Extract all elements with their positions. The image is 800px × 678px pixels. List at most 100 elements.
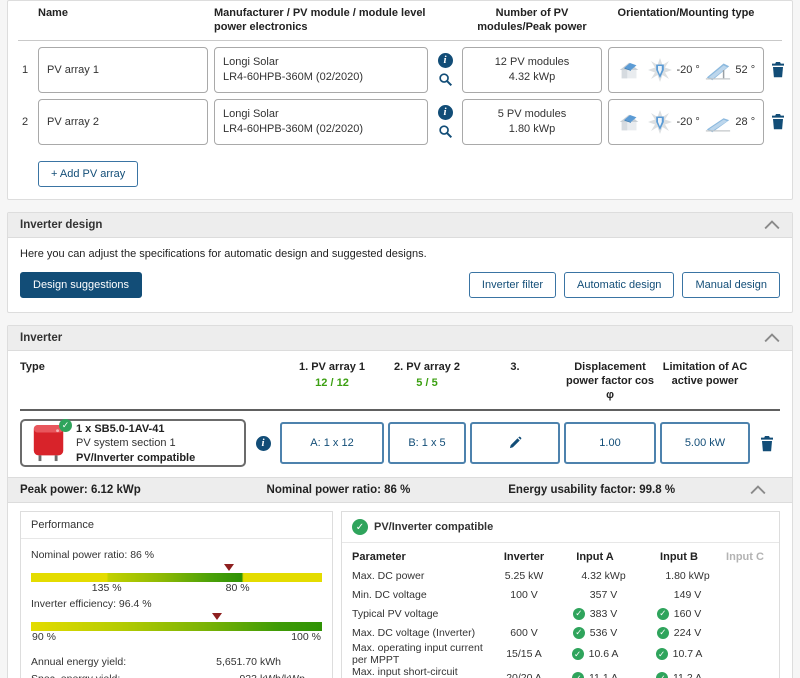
module-icons: i [434, 104, 456, 139]
module-label: LR4-60HPB-360M (02/2020) [223, 122, 364, 135]
trash-icon[interactable] [770, 113, 786, 130]
bar-tick: 80 % [225, 582, 250, 595]
chevron-up-icon[interactable] [750, 485, 766, 495]
compatibility-panel: ✓ PV/Inverter compatible Parameter Inver… [341, 511, 780, 678]
header-divider [18, 39, 782, 41]
check-badge-icon: ✓ [59, 419, 72, 433]
ac-limit-box[interactable]: 5.00 kW [660, 422, 750, 465]
col-header-cos-phi: Displacement power factor cos φ [565, 360, 655, 402]
trash-icon[interactable] [770, 61, 786, 78]
tilt-angle-icon [705, 117, 730, 132]
bar-marker [212, 613, 223, 621]
inverter-design-section: Inverter design Here you can adjust the … [7, 211, 793, 313]
pv-array-section: Name Manufacturer / PV module / module l… [7, 0, 793, 200]
chevron-up-icon[interactable] [764, 219, 780, 230]
azimuth-value: -20 ° [676, 63, 700, 76]
compat-row: Max. DC voltage (Inverter) 600 V ✓ 536 V … [352, 626, 702, 639]
inverter-header: Inverter [8, 325, 792, 351]
design-suggestions-button[interactable]: Design suggestions [20, 271, 143, 298]
array2-assigned-count: 5 / 5 [416, 376, 438, 389]
check-badge-icon: ✓ [352, 519, 368, 536]
compat-row: Max. operating input current per MPPT 15… [352, 642, 703, 667]
check-icon: ✓ [655, 648, 668, 661]
module-icons: i [434, 52, 456, 87]
check-icon: ✓ [571, 648, 584, 661]
input-3-edit-box[interactable] [470, 422, 560, 465]
inverter-type-box[interactable]: ✓ 1 x SB5.0-1AV-41 PV system section 1 P… [20, 419, 246, 468]
performance-title: Performance [31, 519, 94, 532]
module-count-box[interactable]: 12 PV modules 4.32 kWp [462, 46, 602, 93]
orientation-box[interactable]: -20 ° 28 ° [608, 98, 764, 145]
stat-row: Spec. energy yield:923kWh/kWp [31, 670, 322, 678]
col-header-3: 3. [510, 360, 520, 373]
module-count-box[interactable]: 5 PV modules 1.80 kWp [462, 98, 602, 145]
inverter-filter-button[interactable]: Inverter filter [468, 271, 557, 298]
info-icon[interactable]: i [255, 435, 271, 451]
compat-row: Max. input short-circuit current per MPP… [352, 666, 769, 678]
pencil-icon [509, 437, 522, 449]
pv-array-header-row: Name Manufacturer / PV module / module l… [8, 1, 792, 40]
check-icon: ✓ [572, 626, 585, 639]
col-header-type: Type [20, 360, 45, 373]
manual-design-button[interactable]: Manual design [682, 271, 780, 298]
magnifier-icon[interactable] [438, 124, 453, 139]
design-buttons-row: Design suggestions Inverter filter Autom… [20, 271, 780, 298]
inverter-section: Inverter Type 1. PV array 1 12 / 12 2. P… [7, 324, 793, 678]
info-icon[interactable]: i [437, 52, 453, 68]
trash-icon[interactable] [759, 435, 775, 452]
inverter-row: ✓ 1 x SB5.0-1AV-41 PV system section 1 P… [8, 411, 792, 477]
compatibility-table: Parameter Inverter Input A Input B Input… [342, 543, 779, 678]
pv-array-name-input[interactable] [38, 46, 208, 93]
check-icon: ✓ [656, 672, 668, 678]
compat-row: Max. DC power 5.25 kW ✓4.32 kWp ✓1.80 kW… [352, 569, 710, 582]
add-pv-array-button[interactable]: + Add PV array [38, 160, 139, 187]
performance-panel: Performance Nominal power ratio: 86 % 13… [20, 511, 333, 678]
section-title: Inverter [20, 331, 63, 344]
row-index: 1 [21, 63, 29, 76]
inverter-design-header: Inverter design [8, 212, 792, 238]
section-title: Inverter design [20, 218, 103, 231]
orientation-box[interactable]: -20 ° 52 ° [608, 46, 764, 93]
cos-phi-box[interactable]: 1.00 [564, 422, 656, 465]
inverter-efficiency-bar: 90 % 100 % [31, 613, 322, 645]
compat-header-row: Parameter Inverter Input A Input B Input… [352, 550, 764, 563]
pv-array-name-input[interactable] [38, 98, 208, 145]
col-header-name: Name [38, 7, 68, 19]
magnifier-icon[interactable] [438, 72, 453, 87]
pv-array-row: 2 Longi Solar LR4-60HPB-360M (02/2020) i… [8, 98, 792, 145]
inverter-type-text: 1 x SB5.0-1AV-41 PV system section 1 PV/… [76, 422, 195, 465]
info-icon[interactable]: i [437, 104, 453, 120]
col-header-ac-limit: Limitation of AC active power [662, 360, 748, 387]
pv-module-select[interactable]: Longi Solar LR4-60HPB-360M (02/2020) [214, 46, 428, 93]
house-mounting-icon [619, 114, 639, 130]
detail-panels: Performance Nominal power ratio: 86 % 13… [8, 503, 792, 678]
col-header-orientation: Orientation/Mounting type [617, 7, 755, 19]
chevron-up-icon[interactable] [764, 332, 780, 343]
input-a-box[interactable]: A: 1 x 12 [280, 422, 384, 465]
pv-module-select[interactable]: Longi Solar LR4-60HPB-360M (02/2020) [214, 98, 428, 145]
col-header-count: Number of PV modules/Peak power [477, 7, 587, 33]
module-count-label: 12 PV modules [494, 55, 570, 68]
nominal-ratio-bar-label: Nominal power ratio: 86 % [31, 549, 155, 562]
input-b-box[interactable]: B: 1 x 5 [388, 422, 466, 465]
tilt-value: 28 ° [735, 115, 756, 128]
nominal-ratio-bar: 135 % 80 % [31, 564, 322, 596]
design-description: Here you can adjust the specifications f… [20, 247, 427, 260]
inverter-columns-header: Type 1. PV array 1 12 / 12 2. PV array 2… [8, 351, 792, 410]
house-mounting-icon [619, 62, 639, 78]
compat-row: Typical PV voltage ✓ 383 V ✓ 160 V [352, 607, 702, 620]
system-section-label: PV system section 1 [76, 437, 176, 450]
bar-tick: 135 % [91, 582, 122, 595]
tilt-value: 52 ° [735, 63, 756, 76]
pv-array-row: 1 Longi Solar LR4-60HPB-360M (02/2020) i… [8, 46, 792, 93]
automatic-design-button[interactable]: Automatic design [564, 271, 675, 298]
bar-marker [223, 564, 234, 572]
manufacturer-label: Longi Solar [223, 107, 279, 120]
col-header-module: Manufacturer / PV module / module level … [214, 7, 426, 33]
inverter-model: 1 x SB5.0-1AV-41 [76, 422, 165, 435]
tilt-angle-icon [705, 62, 730, 80]
col-header-array2: 2. PV array 2 5 / 5 [388, 360, 466, 391]
module-count-label: 5 PV modules [497, 107, 567, 120]
peak-power-summary: Peak power: 6.12 kWp [20, 484, 141, 497]
nominal-ratio-summary: Nominal power ratio: 86 % [266, 484, 411, 497]
